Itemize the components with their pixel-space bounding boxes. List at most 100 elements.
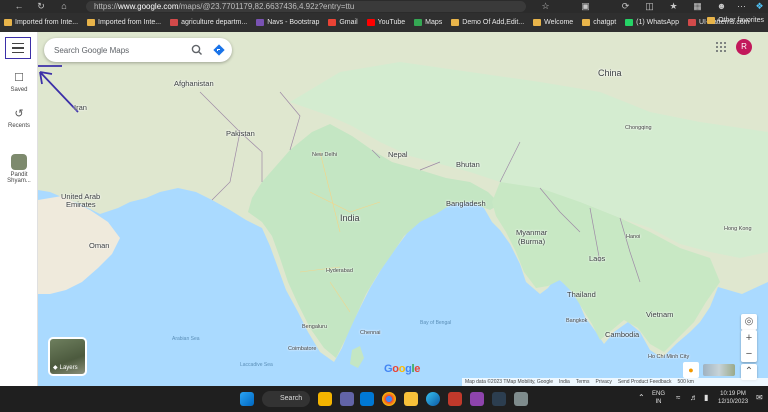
file-explorer-icon[interactable]: [404, 392, 418, 406]
bookmark-item[interactable]: Navs - Bootstrap: [256, 19, 319, 26]
menu-button[interactable]: [5, 37, 31, 59]
privacy-link[interactable]: Privacy: [595, 379, 611, 385]
terms-link[interactable]: Terms: [576, 379, 590, 385]
directions-icon[interactable]: [212, 43, 226, 57]
bookmark-item[interactable]: Imported from Inte...: [87, 19, 161, 26]
account-avatar[interactable]: R: [736, 39, 752, 55]
start-button[interactable]: [240, 392, 254, 406]
imagery-thumbnails[interactable]: [703, 364, 735, 376]
label-india: India: [340, 213, 360, 223]
map-view[interactable]: Afghanistan Pakistan China Nepal Bhutan …: [0, 32, 768, 386]
sidebar-item-recent-place[interactable]: Pandit Shyam...: [0, 154, 38, 184]
pegman-icon[interactable]: ●: [683, 362, 699, 378]
favorites-icon[interactable]: ★: [668, 1, 679, 12]
bookmark-icon: [582, 19, 591, 26]
label-laccadive-sea: Laccadive Sea: [240, 362, 273, 368]
star-icon[interactable]: ☆: [540, 1, 551, 12]
history-icon: ↺: [14, 108, 24, 120]
chrome-icon[interactable]: [382, 392, 396, 406]
bookmark-item[interactable]: agriculture departm...: [170, 19, 247, 26]
label-vietnam: Vietnam: [646, 310, 674, 319]
my-location-button[interactable]: ◎: [741, 314, 757, 330]
app-icon-3[interactable]: [492, 392, 506, 406]
battery-icon[interactable]: ▮: [704, 394, 708, 402]
wifi-icon[interactable]: ≈: [676, 394, 680, 402]
folder-icon: [707, 17, 716, 24]
language-indicator[interactable]: ENG IN: [652, 390, 665, 406]
layers-label: ◆ Layers: [53, 364, 78, 372]
bookmark-icon: [687, 19, 696, 26]
bookmark-icon: [451, 19, 460, 26]
bookmark-icon: [256, 19, 265, 26]
bookmark-item[interactable]: chatgpt: [582, 19, 616, 26]
windows-taskbar: Search ⌃ ENG IN ≈ ♬ ▮ 10:19 PM 12/10/202…: [0, 386, 768, 412]
reload-icon[interactable]: ↻: [32, 0, 50, 13]
search-input[interactable]: [54, 43, 174, 57]
label-bangladesh: Bangladesh: [446, 199, 486, 208]
search-icon[interactable]: [190, 43, 204, 57]
region-link[interactable]: India: [559, 379, 570, 385]
tray-chevron-icon[interactable]: ⌃: [638, 394, 645, 402]
layers-icon: ◆: [53, 365, 58, 371]
label-chongqing: Chongqing: [625, 125, 652, 131]
label-cambodia: Cambodia: [605, 330, 640, 339]
refresh-icon[interactable]: ⟳: [620, 1, 631, 12]
layers-button[interactable]: ◆ Layers: [48, 337, 87, 376]
menu-icon-bar: [12, 51, 24, 54]
bookmark-item[interactable]: Gmail: [328, 19, 358, 26]
label-oman: Oman: [89, 241, 110, 250]
land-mass-sri-lanka: [350, 346, 364, 368]
bookmark-item[interactable]: Imported from Inte...: [4, 19, 78, 26]
label-bay-of-bengal: Bay of Bengal: [420, 320, 452, 326]
label-pakistan: Pakistan: [226, 129, 255, 138]
label-laos: Laos: [589, 254, 606, 263]
app-icon-4[interactable]: [514, 392, 528, 406]
home-icon[interactable]: ⌂: [55, 0, 73, 13]
menu-icon: [12, 42, 24, 45]
volume-icon[interactable]: ♬: [690, 394, 698, 402]
app-icon-2[interactable]: [470, 392, 484, 406]
profile-icon[interactable]: ☻: [716, 1, 727, 12]
map-canvas[interactable]: [0, 32, 768, 386]
bookmark-icon: [414, 19, 423, 26]
extensions-icon[interactable]: ▣: [580, 1, 591, 12]
back-icon[interactable]: ←: [10, 0, 28, 13]
bookmark-item[interactable]: Demo Of Add,Edit...: [451, 19, 524, 26]
app-icon-1[interactable]: [448, 392, 462, 406]
sidebar-item-saved[interactable]: ☐ Saved: [0, 72, 38, 93]
taskbar-search[interactable]: Search: [262, 391, 310, 407]
label-ho-chi-minh: Ho Chi Minh City: [648, 354, 690, 360]
map-attribution: Map data ©2023 TMap Mobility, Google Ind…: [462, 378, 768, 386]
label-emirates: Emirates: [66, 200, 96, 209]
other-favorites[interactable]: Other favorites: [707, 17, 764, 24]
sidebar-item-recents[interactable]: ↺ Recents: [0, 108, 38, 129]
apps-grid-icon[interactable]: [716, 42, 726, 52]
zoom-out-button[interactable]: −: [741, 346, 757, 362]
bookmark-icon: [366, 19, 375, 26]
teams-icon[interactable]: [340, 392, 354, 406]
vscode-icon[interactable]: [360, 392, 374, 406]
zoom-in-button[interactable]: +: [741, 330, 757, 346]
label-bengaluru: Bengaluru: [302, 324, 328, 330]
bookmark-item[interactable]: Welcome: [533, 19, 573, 26]
label-nepal: Nepal: [388, 150, 408, 159]
bookmark-item[interactable]: YouTube: [366, 19, 405, 26]
label-hyderabad: Hyderabad: [326, 268, 353, 274]
label-myanmar: Myanmar: [516, 228, 548, 237]
notification-icon[interactable]: ✉: [756, 394, 763, 402]
collections-icon[interactable]: ▦: [692, 1, 703, 12]
bookmark-item[interactable]: (1) WhatsApp: [625, 19, 679, 26]
feedback-link[interactable]: Send Product Feedback: [618, 379, 672, 385]
split-screen-icon[interactable]: ◫: [644, 1, 655, 12]
scale-bar[interactable]: 500 km: [678, 379, 694, 385]
bookmark-icon: [170, 19, 179, 26]
address-bar[interactable]: https://www.google.com/maps/@23.7701179,…: [86, 1, 526, 12]
sidebar-item-label: Shyam...: [7, 178, 31, 184]
browser-toolbar: ← ↻ ⌂ https://www.google.com/maps/@23.77…: [0, 0, 768, 13]
copilot-icon[interactable]: ❖: [754, 1, 765, 12]
edge-icon[interactable]: [426, 392, 440, 406]
clock[interactable]: 10:19 PM 12/10/2023: [718, 390, 748, 406]
bookmark-item[interactable]: Maps: [414, 19, 442, 26]
more-icon[interactable]: ⋯: [736, 1, 747, 12]
widgets-icon[interactable]: [318, 392, 332, 406]
